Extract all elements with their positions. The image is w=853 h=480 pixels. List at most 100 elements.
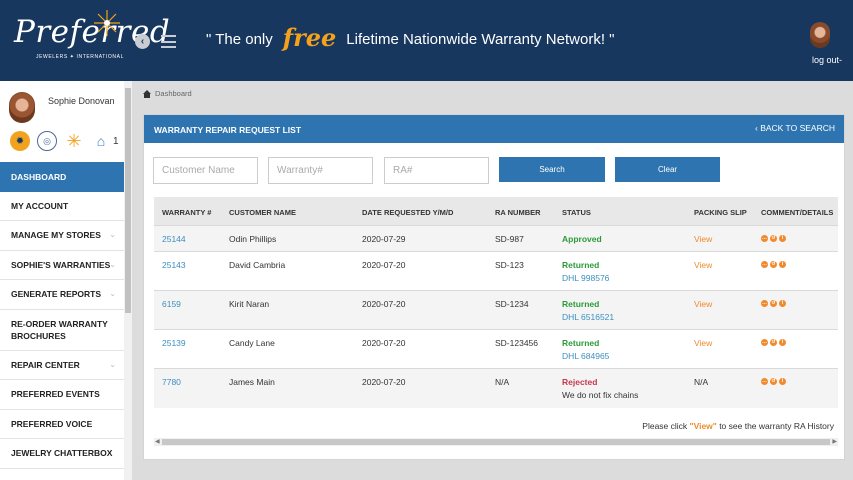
header-slogan: " The only free Lifetime Nationwide Warr…	[206, 23, 614, 52]
comment-icons: … ↺ i	[761, 261, 786, 268]
comment-icons: … ↺ i	[761, 300, 786, 307]
sidebar-item-voice[interactable]: PREFERRED VOICE	[0, 409, 124, 439]
customer-cell: Odin Phillips	[229, 234, 277, 244]
view-slip-link[interactable]: View	[694, 234, 712, 244]
date-cell: 2020-07-20	[362, 377, 406, 387]
sidebar-item-warranties[interactable]: SOPHIE'S WARRANTIES ⌄	[0, 250, 124, 280]
sidebar-scroll-thumb[interactable]	[125, 88, 131, 313]
info-icon[interactable]: i	[779, 235, 786, 242]
user-avatar[interactable]	[810, 22, 830, 48]
back-to-search-link[interactable]: ‹ BACK TO SEARCH	[755, 123, 835, 133]
col-comment[interactable]: COMMENT/DETAILS	[761, 208, 833, 217]
warranty-link[interactable]: 25139	[162, 338, 186, 348]
sidebar-item-label: MY ACCOUNT	[11, 200, 69, 211]
sidebar-item-events[interactable]: PREFERRED EVENTS	[0, 380, 124, 410]
customer-name-input[interactable]: Customer Name	[153, 157, 258, 184]
ra-cell: SD-987	[495, 234, 524, 244]
col-warranty[interactable]: WARRANTY #	[162, 208, 211, 217]
history-icon[interactable]: ↺	[770, 235, 777, 242]
top-header: Preferred JEWELERS ✦ INTERNATIONAL ‹ " T…	[0, 0, 853, 81]
col-customer[interactable]: CUSTOMER NAME	[229, 208, 296, 217]
warranty-link[interactable]: 6159	[162, 299, 181, 309]
sidebar-item-label: SOPHIE'S WARRANTIES	[11, 259, 111, 270]
preferred-logo[interactable]: Preferred JEWELERS ✦ INTERNATIONAL	[6, 8, 170, 70]
col-slip[interactable]: PACKING SLIP	[694, 208, 747, 217]
col-status[interactable]: STATUS	[562, 208, 591, 217]
sidebar-item-label: REPAIR CENTER	[11, 359, 80, 370]
ra-cell: SD-123456	[495, 338, 539, 348]
note-view: "View"	[689, 421, 717, 431]
logo-star-icon	[94, 10, 120, 36]
hamburger-menu-icon[interactable]	[161, 35, 176, 48]
comment-icon[interactable]: …	[761, 261, 768, 268]
history-icon[interactable]: ↺	[770, 300, 777, 307]
comment-icons: … ↺ i	[761, 235, 786, 242]
customer-cell: James Main	[229, 377, 275, 387]
table-header: WARRANTY # CUSTOMER NAME DATE REQUESTED …	[154, 197, 838, 225]
col-date[interactable]: DATE REQUESTED Y/M/D	[362, 208, 453, 217]
tracking-link[interactable]: DHL 684965	[562, 351, 609, 361]
customer-cell: Candy Lane	[229, 338, 275, 348]
history-icon[interactable]: ↺	[770, 261, 777, 268]
scroll-thumb[interactable]	[162, 439, 830, 445]
warranty-table: WARRANTY # CUSTOMER NAME DATE REQUESTED …	[154, 197, 838, 408]
back-label: BACK TO SEARCH	[760, 123, 835, 133]
comment-icon[interactable]: …	[761, 235, 768, 242]
info-icon[interactable]: i	[779, 261, 786, 268]
comment-icons: … ↺ i	[761, 378, 786, 385]
ring-icon[interactable]: ◎	[37, 131, 57, 151]
table-row[interactable]: 25143 David Cambria 2020-07-20 SD-123 Re…	[154, 251, 838, 290]
back-arrow-icon[interactable]: ‹	[135, 34, 150, 49]
table-horizontal-scrollbar[interactable]: ◀ ▶	[154, 438, 838, 446]
comment-icon[interactable]: …	[761, 300, 768, 307]
sidebar-item-reports[interactable]: GENERATE REPORTS ⌄	[0, 280, 124, 310]
warranty-link[interactable]: 7780	[162, 377, 181, 387]
comment-icon[interactable]: …	[761, 378, 768, 385]
comment-icons: … ↺ i	[761, 339, 786, 346]
breadcrumb-dashboard[interactable]: Dashboard	[155, 89, 192, 98]
tracking-link[interactable]: DHL 998576	[562, 273, 609, 283]
warranty-link[interactable]: 25143	[162, 260, 186, 270]
sidebar-item-chatterbox[interactable]: JEWELRY CHATTERBOX	[0, 439, 124, 469]
sidebar-item-manage-stores[interactable]: MANAGE MY STORES ⌄	[0, 221, 124, 251]
info-icon[interactable]: i	[779, 300, 786, 307]
history-icon[interactable]: ↺	[770, 339, 777, 346]
sidebar-item-label: RE-ORDER WARRANTY BROCHURES	[11, 318, 108, 341]
breadcrumb: Dashboard	[143, 89, 192, 98]
sidebar-item-my-account[interactable]: MY ACCOUNT	[0, 191, 124, 221]
customer-cell: Kirit Naran	[229, 299, 270, 309]
sun-badge-icon[interactable]: ✹	[10, 131, 30, 151]
view-slip-link[interactable]: View	[694, 299, 712, 309]
search-button[interactable]: Search	[499, 157, 605, 182]
logout-link[interactable]: log out-	[812, 55, 842, 65]
ra-cell: N/A	[495, 377, 510, 387]
sidebar-item-repair-center[interactable]: REPAIR CENTER ⌄	[0, 350, 124, 380]
ra-number-input[interactable]: RA#	[384, 157, 489, 184]
profile-avatar[interactable]	[9, 92, 35, 123]
star-burst-icon[interactable]: ✳	[64, 131, 84, 151]
info-icon[interactable]: i	[779, 378, 786, 385]
scroll-left-icon[interactable]: ◀	[155, 438, 160, 445]
table-row[interactable]: 25139 Candy Lane 2020-07-20 SD-123456 Re…	[154, 329, 838, 368]
warranty-panel: WARRANTY REPAIR REQUEST LIST ‹ BACK TO S…	[143, 114, 845, 460]
table-row[interactable]: 7780 James Main 2020-07-20 N/A Rejected …	[154, 368, 838, 408]
table-row[interactable]: 6159 Kirit Naran 2020-07-20 SD-1234 Retu…	[154, 290, 838, 329]
col-ra[interactable]: RA NUMBER	[495, 208, 541, 217]
warranty-number-input[interactable]: Warranty#	[268, 157, 373, 184]
view-slip-link[interactable]: View	[694, 260, 712, 270]
tracking-link[interactable]: DHL 6516521	[562, 312, 614, 322]
warranty-link[interactable]: 25144	[162, 234, 186, 244]
info-icon[interactable]: i	[779, 339, 786, 346]
comment-icon[interactable]: …	[761, 339, 768, 346]
sidebar-item-dashboard[interactable]: DASHBOARD	[0, 162, 124, 192]
table-row[interactable]: 25144 Odin Phillips 2020-07-29 SD-987 Ap…	[154, 225, 838, 251]
scroll-right-icon[interactable]: ▶	[832, 438, 837, 445]
history-icon[interactable]: ↺	[770, 378, 777, 385]
view-slip-link[interactable]: View	[694, 338, 712, 348]
slogan-free: free	[282, 23, 337, 52]
home-icon[interactable]: ⌂	[91, 131, 111, 151]
clear-button[interactable]: Clear	[615, 157, 720, 182]
logo-subtitle: JEWELERS ✦ INTERNATIONAL	[36, 54, 124, 60]
panel-header: WARRANTY REPAIR REQUEST LIST ‹ BACK TO S…	[144, 115, 844, 143]
sidebar-item-reorder-brochures[interactable]: RE-ORDER WARRANTY BROCHURES	[0, 309, 124, 351]
